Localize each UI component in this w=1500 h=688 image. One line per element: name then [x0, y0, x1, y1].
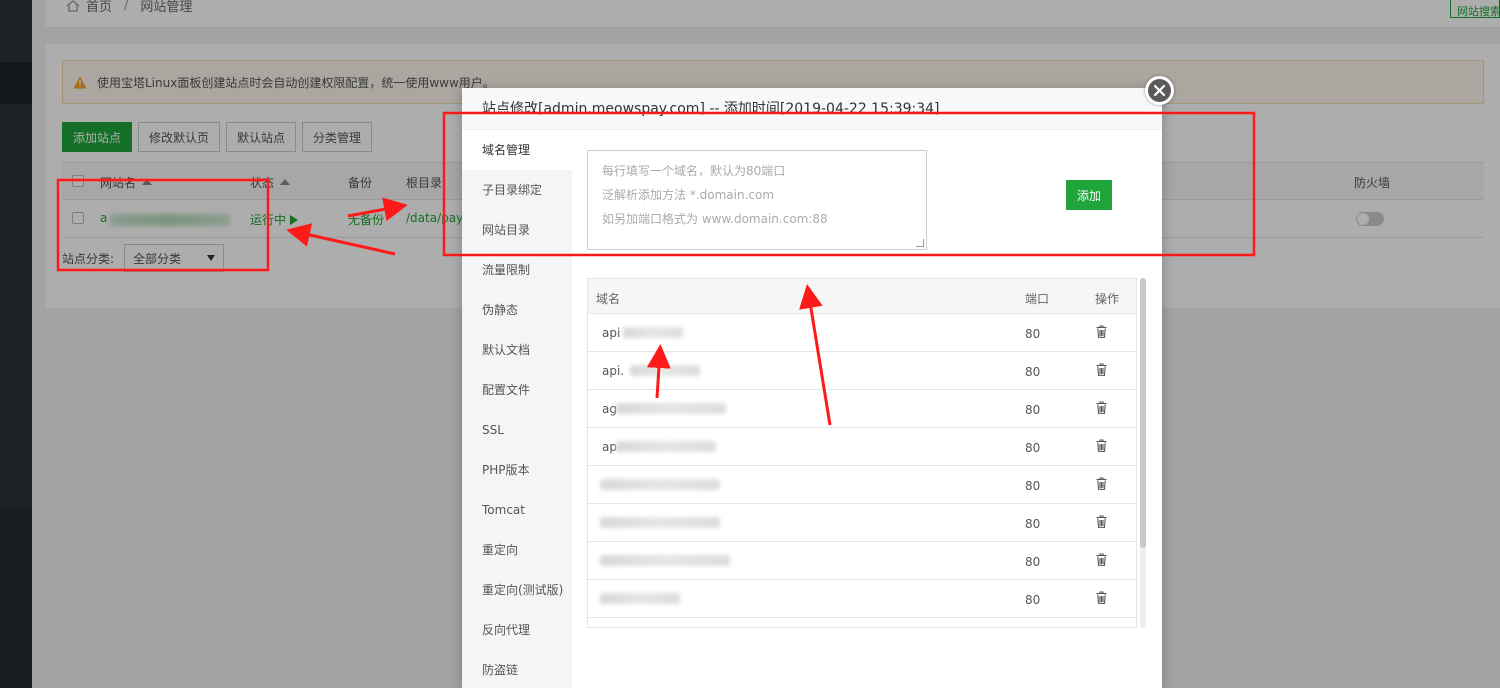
- table-row: api. 80: [588, 352, 1136, 390]
- placeholder-line: 每行填写一个域名，默认为80端口: [602, 164, 786, 178]
- domain-port: 80: [1025, 479, 1041, 493]
- nav-redirect[interactable]: 重定向: [462, 530, 572, 570]
- table-row: ap 80: [588, 428, 1136, 466]
- nav-subdir-bind[interactable]: 子目录绑定: [462, 170, 572, 210]
- domain-port: 80: [1025, 441, 1041, 455]
- blurred-domain: [616, 441, 716, 452]
- nav-redirect-beta[interactable]: 重定向(测试版): [462, 570, 572, 610]
- domain-port: 80: [1025, 593, 1041, 607]
- blurred-domain: [600, 479, 720, 490]
- table-row: 80: [588, 542, 1136, 580]
- table-row: 80: [588, 504, 1136, 542]
- table-row: 80: [588, 580, 1136, 618]
- scroll-thumb[interactable]: [1140, 278, 1146, 548]
- trash-icon[interactable]: [1096, 439, 1107, 452]
- domain-textarea[interactable]: 每行填写一个域名，默认为80端口 泛解析添加方法 *.domain.com 如另…: [587, 150, 927, 250]
- nav-php-version[interactable]: PHP版本: [462, 450, 572, 490]
- nav-hotlink-protect[interactable]: 防盗链: [462, 650, 572, 688]
- trash-icon[interactable]: [1096, 477, 1107, 490]
- placeholder-line: 泛解析添加方法 *.domain.com: [602, 188, 775, 202]
- domain-name: api: [602, 326, 621, 340]
- blurred-domain: [630, 365, 700, 376]
- trash-icon[interactable]: [1096, 401, 1107, 414]
- blurred-domain: [600, 593, 680, 604]
- nav-site-dir[interactable]: 网站目录: [462, 210, 572, 250]
- domain-table: 域名 端口 操作 api 80 api. 80 ag 80 ap 80 80 80 80 80: [587, 278, 1137, 628]
- blurred-domain: [616, 403, 726, 414]
- header-domain: 域名: [596, 292, 621, 306]
- nav-reverse-proxy[interactable]: 反向代理: [462, 610, 572, 650]
- nav-default-doc[interactable]: 默认文档: [462, 330, 572, 370]
- domain-name: ap: [602, 440, 617, 454]
- nav-config-file[interactable]: 配置文件: [462, 370, 572, 410]
- domain-port: 80: [1025, 365, 1041, 379]
- add-domain-button[interactable]: 添加: [1066, 180, 1112, 210]
- placeholder-line: 如另加端口格式为 www.domain.com:88: [602, 212, 828, 226]
- site-edit-modal: 站点修改[admin.meowspay.com] -- 添加时间[2019-04…: [462, 88, 1162, 688]
- trash-icon[interactable]: [1096, 325, 1107, 338]
- domain-port: 80: [1025, 517, 1041, 531]
- header-action: 操作: [1095, 292, 1120, 306]
- nav-domain-manage[interactable]: 域名管理: [462, 130, 572, 170]
- blurred-domain: [600, 517, 720, 528]
- table-row: 80: [588, 466, 1136, 504]
- domain-table-header: 域名 端口 操作: [588, 279, 1136, 314]
- table-row: api 80: [588, 314, 1136, 352]
- domain-name: api.: [602, 364, 625, 378]
- domain-name: ag: [602, 402, 617, 416]
- trash-icon[interactable]: [1096, 515, 1107, 528]
- blurred-domain: [623, 327, 683, 338]
- nav-tomcat[interactable]: Tomcat: [462, 490, 572, 530]
- blurred-domain: [600, 555, 730, 566]
- domain-table-scrollbar[interactable]: [1140, 278, 1146, 628]
- close-modal-button[interactable]: [1145, 76, 1174, 105]
- nav-ssl[interactable]: SSL: [462, 410, 572, 450]
- trash-icon[interactable]: [1096, 553, 1107, 566]
- resize-handle[interactable]: [916, 239, 924, 247]
- trash-icon[interactable]: [1096, 363, 1107, 376]
- header-port: 端口: [1025, 292, 1050, 306]
- table-row: ag 80: [588, 390, 1136, 428]
- nav-traffic-limit[interactable]: 流量限制: [462, 250, 572, 290]
- domain-port: 80: [1025, 555, 1041, 569]
- domain-port: 80: [1025, 327, 1041, 341]
- modal-title: 站点修改[admin.meowspay.com] -- 添加时间[2019-04…: [462, 88, 1162, 130]
- nav-rewrite[interactable]: 伪静态: [462, 290, 572, 330]
- domain-port: 80: [1025, 403, 1041, 417]
- modal-nav: 域名管理 子目录绑定 网站目录 流量限制 伪静态 默认文档 配置文件 SSL P…: [462, 130, 572, 688]
- trash-icon[interactable]: [1096, 591, 1107, 604]
- close-icon: [1153, 84, 1166, 97]
